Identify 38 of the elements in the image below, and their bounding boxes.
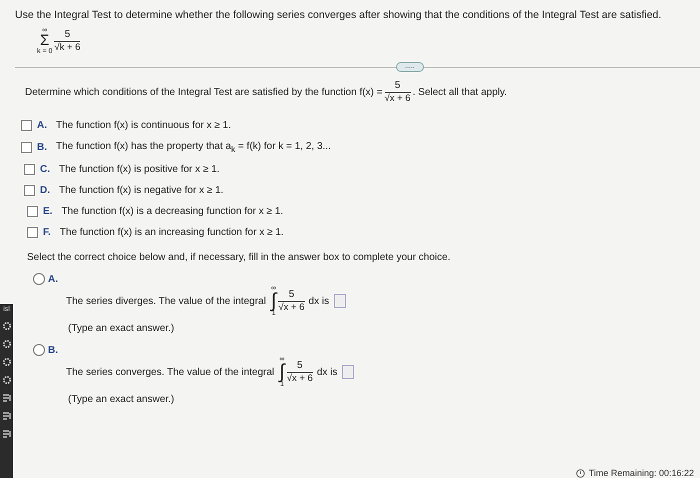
condition-text: The function f(x) is positive for x ≥ 1. (59, 164, 220, 175)
list-icon[interactable] (2, 411, 12, 421)
condition-text: The function f(x) is an increasing function for x ≥ 1. (60, 227, 284, 238)
choice-statement: The series diverges. The value of the integral (66, 296, 266, 306)
option-letter: B. (48, 344, 58, 356)
checkbox[interactable] (21, 120, 32, 131)
option-letter: A. (37, 120, 47, 131)
choice-instruction: Select the correct choice below and, if necessary, fill in the answer box to complete your choice. (27, 252, 452, 263)
radio-button[interactable] (33, 273, 45, 285)
option-letter: E. (43, 206, 52, 217)
choice-statement: The series converges. The value of the integral (66, 366, 274, 378)
timer-text: Time Remaining: 00:16:22 (576, 468, 694, 478)
prompt-text: . Select all that apply. (412, 86, 507, 98)
checkbox[interactable] (27, 206, 38, 217)
checkbox[interactable] (21, 142, 32, 153)
clock-icon (576, 468, 585, 478)
prompt-text: Determine which conditions of the Integral Test are satisfied by the function f(x) = (25, 86, 382, 98)
condition-text: The function f(x) is continuous for x ≥ 1. (56, 120, 232, 131)
option-letter: C. (40, 164, 50, 175)
list-icon[interactable] (2, 429, 12, 439)
instruction-text: Use the Integral Test to determine whether the following series converges after showing that the conditions of the Integral Test are satisfied. (15, 9, 662, 21)
integral-tail: dx is (308, 296, 330, 306)
checkbox[interactable] (24, 164, 35, 175)
checkbox[interactable] (24, 185, 35, 196)
option-letter: A. (48, 274, 58, 284)
integral-tail: dx is (316, 366, 338, 378)
option-letter: F. (43, 227, 51, 238)
function-fraction: 5 √x + 6 (384, 80, 411, 104)
option-letter: D. (40, 185, 50, 196)
radio-button[interactable] (33, 344, 45, 356)
condition-text: The function f(x) has the property that a$_{k}$ = f(k) for k = 1, 2, 3... (56, 141, 331, 154)
hint-text: (Type an exact answer.) (68, 394, 176, 405)
checkbox[interactable] (27, 227, 38, 238)
list-icon[interactable] (2, 393, 12, 403)
condition-text: The function f(x) is a decreasing function for x ≥ 1. (61, 206, 284, 217)
option-letter: B. (37, 142, 47, 153)
hint-text: (Type an exact answer.) (68, 323, 176, 334)
condition-text: The function f(x) is negative for x ≥ 1. (59, 185, 224, 196)
